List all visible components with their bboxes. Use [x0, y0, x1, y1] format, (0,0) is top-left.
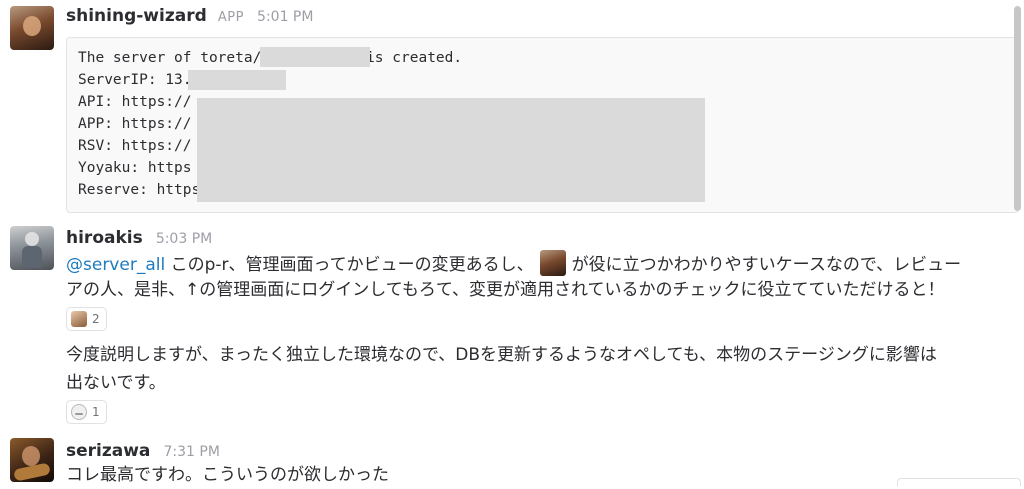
reaction-button[interactable]: 1 — [66, 400, 107, 424]
message-header: hiroakis 5:03 PM — [66, 228, 212, 248]
author-name[interactable]: hiroakis — [66, 228, 143, 248]
redaction-block — [260, 47, 370, 67]
inline-avatar-icon — [539, 250, 566, 276]
reaction-count: 2 — [92, 312, 100, 326]
redaction-block — [188, 70, 286, 90]
message-line: アの人、是非、↑の管理画面にログインしてもろて、変更が適用されているかのチェック… — [66, 280, 945, 300]
code-line: ServerIP: 13. — [78, 72, 192, 88]
author-name[interactable]: shining-wizard — [66, 6, 207, 26]
message-header: serizawa 7:31 PM — [66, 441, 220, 461]
message-hiroakis: hiroakis 5:03 PM @server_all このp-r、管理画面っ… — [0, 220, 1024, 435]
message-line: 今度説明しますが、まったく独立した環境なので、DBを更新するようなオペしても、本… — [66, 345, 937, 365]
avatar-face — [22, 446, 40, 466]
avatar-shining-wizard[interactable] — [10, 6, 54, 50]
app-badge: APP — [217, 10, 244, 25]
avatar-guitar — [13, 462, 51, 482]
avatar-face — [23, 16, 41, 36]
avatar-body — [22, 246, 42, 268]
code-block: The server of toreta/ /pull/3187 is crea… — [66, 37, 1019, 213]
message-line: 出ないです。 — [66, 373, 166, 393]
code-line: Yoyaku: https — [78, 160, 192, 176]
message-serizawa: serizawa 7:31 PM コレ最高ですわ。こういうのが欲しかった — [0, 435, 1024, 485]
mention-link[interactable]: @server_all — [66, 255, 165, 275]
reaction-emoji-icon — [71, 311, 87, 327]
timestamp[interactable]: 7:31 PM — [164, 444, 220, 460]
reaction-button[interactable]: 2 — [66, 307, 107, 331]
message-shining-wizard: shining-wizard APP 5:01 PM The server of… — [0, 0, 1024, 220]
message-text: このp-r、管理画面ってかビューの変更あるし、 — [170, 255, 534, 275]
author-name[interactable]: serizawa — [66, 441, 150, 461]
scrollbar[interactable] — [1014, 6, 1021, 211]
timestamp[interactable]: 5:01 PM — [257, 9, 313, 25]
redaction-block — [197, 98, 705, 202]
avatar-serizawa[interactable] — [10, 438, 54, 482]
code-line: API: https:// — [78, 94, 192, 110]
message-line: @server_all このp-r、管理画面ってかビューの変更あるし、 が役に立つ… — [66, 250, 961, 279]
code-line: RSV: https:// — [78, 138, 192, 154]
timestamp[interactable]: 5:03 PM — [156, 231, 212, 247]
reaction-emoji-icon — [71, 404, 87, 420]
avatar-hiroakis[interactable] — [10, 226, 54, 270]
reaction-count: 1 — [92, 405, 100, 419]
code-line: APP: https:// — [78, 116, 192, 132]
code-line: Reserve: https: — [78, 182, 209, 198]
message-text: が役に立つかわかりやすいケースなので、レビュー — [571, 255, 962, 275]
message-header: shining-wizard APP 5:01 PM — [66, 6, 313, 26]
avatar-face — [25, 232, 39, 246]
